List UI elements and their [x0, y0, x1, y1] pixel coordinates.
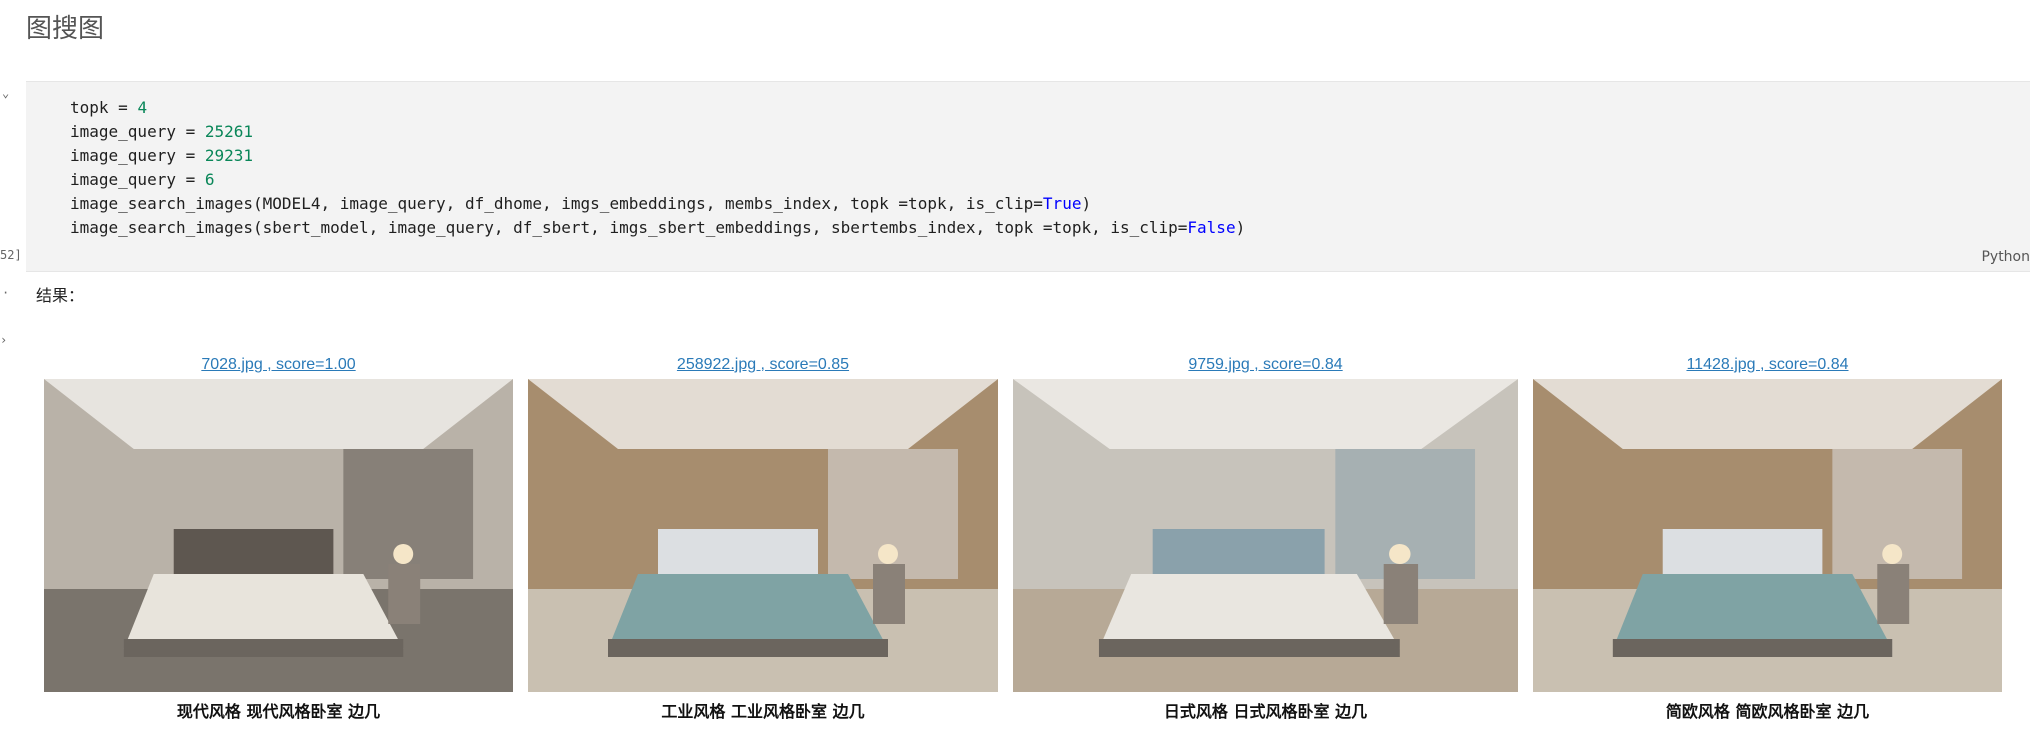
result-link[interactable]: 258922.jpg , score=0.85: [528, 356, 998, 374]
code-editor[interactable]: topk = 4 image_query = 25261 image_query =…: [70, 96, 1245, 240]
result-caption: 简欧风格 简欧风格卧室 边几: [1665, 702, 1870, 721]
result-label: 结果：: [36, 286, 85, 305]
result-image: [1533, 379, 2002, 692]
result-link[interactable]: 11428.jpg , score=0.84: [1533, 356, 2002, 374]
output-bullet-icon: ·: [2, 286, 10, 300]
language-label[interactable]: Python: [1981, 249, 2030, 265]
code-line[interactable]: topk = 4: [70, 96, 1245, 120]
result-caption: 工业风格 工业风格卧室 边几: [661, 702, 865, 721]
result-image: [1013, 379, 1518, 692]
code-line[interactable]: image_query = 29231: [70, 144, 1245, 168]
result-caption: 日式风格 日式风格卧室 边几: [1163, 702, 1368, 721]
output-chevron-icon[interactable]: ›: [0, 333, 7, 347]
result-caption: 现代风格 现代风格卧室 边几: [176, 702, 381, 721]
code-cell[interactable]: topk = 4 image_query = 25261 image_query =…: [26, 81, 2030, 272]
result-link[interactable]: 7028.jpg , score=1.00: [44, 356, 513, 374]
code-line[interactable]: image_query = 6: [70, 168, 1245, 192]
code-line[interactable]: image_search_images(MODEL4, image_query,…: [70, 192, 1245, 216]
result-image: [44, 379, 513, 692]
chevron-down-icon[interactable]: ⌄: [2, 86, 9, 100]
result-grid: 7028.jpg , score=1.00 现代风格 现代风格卧室 边几 258…: [0, 356, 2030, 736]
result-image: [528, 379, 998, 692]
result-link[interactable]: 9759.jpg , score=0.84: [1013, 356, 1518, 374]
execution-count: 52]: [0, 248, 22, 262]
code-line[interactable]: image_search_images(sbert_model, image_q…: [70, 216, 1245, 240]
page-title: 图搜图: [26, 14, 105, 44]
code-line[interactable]: image_query = 25261: [70, 120, 1245, 144]
